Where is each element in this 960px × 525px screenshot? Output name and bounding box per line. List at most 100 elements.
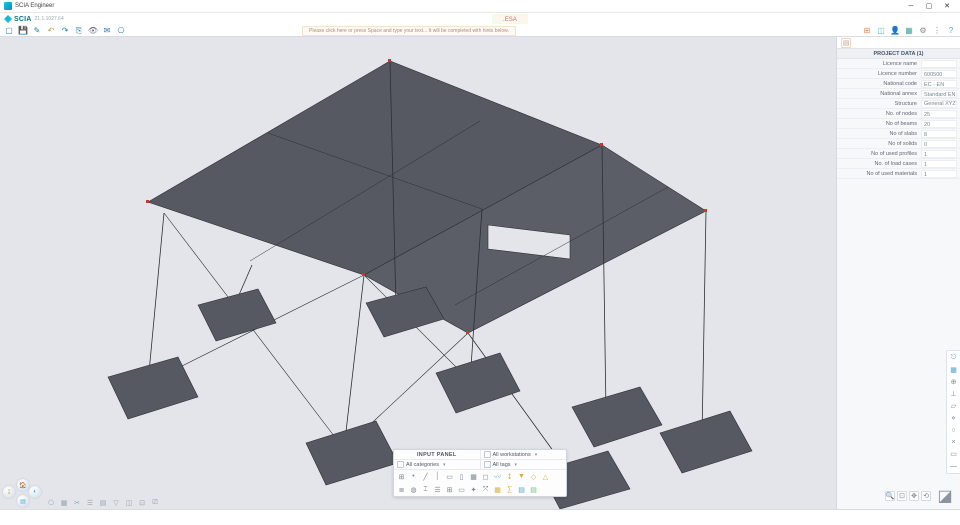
- save-icon[interactable]: 💾: [18, 26, 28, 36]
- property-key: National code: [840, 81, 921, 87]
- sphere-model[interactable]: 🏠: [17, 479, 29, 491]
- property-key: Licence name: [840, 61, 921, 67]
- help-icon[interactable]: ?: [946, 26, 956, 36]
- act-layer-icon[interactable]: ☰: [85, 498, 95, 508]
- ucs-icon[interactable]: ⤧: [481, 485, 490, 494]
- load-icon[interactable]: ↧: [505, 472, 514, 481]
- lcs-icon[interactable]: ✦: [469, 485, 478, 494]
- spring-icon[interactable]: 〰: [493, 472, 502, 481]
- property-value[interactable]: 25: [921, 110, 957, 118]
- check-struct-icon[interactable]: ⎔: [46, 498, 56, 508]
- properties-header: PROJECT DATA (1): [837, 49, 960, 59]
- tags-dropdown[interactable]: All tags: [481, 460, 567, 469]
- local-menu-icon[interactable]: ⋮: [932, 26, 942, 36]
- sphere-result[interactable]: ▤: [17, 495, 29, 507]
- vr-mid-icon[interactable]: ⋄: [949, 413, 959, 423]
- label-icon[interactable]: ⎚: [150, 498, 160, 508]
- vr-ortho-icon[interactable]: ⊥: [949, 389, 959, 399]
- calc-icon[interactable]: ∑: [505, 485, 514, 494]
- chart-icon[interactable]: ◫: [876, 26, 886, 36]
- property-value[interactable]: EC - EN: [921, 80, 957, 88]
- new-file-icon[interactable]: ▢: [4, 26, 14, 36]
- mail-icon[interactable]: ✉: [102, 26, 112, 36]
- property-value[interactable]: 600500: [921, 70, 957, 78]
- cube-icon[interactable]: ▦: [904, 26, 914, 36]
- vr-end-icon[interactable]: ○: [949, 425, 959, 435]
- clip-icon[interactable]: ✂: [72, 498, 82, 508]
- property-value[interactable]: 20: [921, 120, 957, 128]
- result-icon[interactable]: ▤: [517, 485, 526, 494]
- file-tab[interactable]: .ESA: [492, 14, 528, 24]
- snap-grid-icon[interactable]: ⊞: [397, 472, 406, 481]
- vr-surf-icon[interactable]: ▭: [949, 449, 959, 459]
- redo-icon[interactable]: ↷: [60, 26, 70, 36]
- properties-tab-project-icon[interactable]: ▤: [841, 38, 851, 48]
- material-icon[interactable]: ◍: [409, 485, 418, 494]
- close-button[interactable]: ✕: [938, 1, 956, 11]
- support-icon[interactable]: △: [541, 472, 550, 481]
- thermal-icon[interactable]: ▼: [517, 472, 526, 481]
- sphere-load[interactable]: ↧: [3, 486, 15, 498]
- vr-track-icon[interactable]: ⊕: [949, 377, 959, 387]
- property-value[interactable]: [921, 60, 957, 68]
- panel-icon[interactable]: ▦: [469, 472, 478, 481]
- pan-icon[interactable]: ✥: [909, 491, 919, 501]
- node-icon[interactable]: •: [409, 472, 418, 481]
- storey2-icon[interactable]: ▤: [98, 498, 108, 508]
- zoom-all-icon[interactable]: 🔍: [885, 491, 895, 501]
- beam-icon[interactable]: ╱: [421, 472, 430, 481]
- vr-grid-icon[interactable]: ▦: [949, 365, 959, 375]
- sphere-view[interactable]: ◐: [29, 486, 41, 498]
- property-key: National annex: [840, 91, 921, 97]
- cross-section-icon[interactable]: ⌶: [421, 485, 430, 494]
- undo-icon[interactable]: ↶: [46, 26, 56, 36]
- minimize-button[interactable]: ─: [902, 1, 920, 11]
- maximize-button[interactable]: ▢: [920, 1, 938, 11]
- view-toggle-icon[interactable]: 👁: [88, 26, 98, 36]
- input-panel: INPUT PANEL All workstations All categor…: [393, 449, 567, 497]
- opening-icon[interactable]: ◻: [481, 472, 490, 481]
- property-value[interactable]: 1: [921, 160, 957, 168]
- grid-icon[interactable]: ⊞: [445, 485, 454, 494]
- property-value[interactable]: General XYZ: [921, 100, 957, 108]
- vr-line-icon[interactable]: —: [949, 461, 959, 471]
- zoom-window-icon[interactable]: ⊡: [897, 491, 907, 501]
- navigation-cube-icon[interactable]: ◪: [934, 485, 956, 507]
- property-value[interactable]: 1: [921, 170, 957, 178]
- property-value[interactable]: Standard EN: [921, 90, 957, 98]
- brand-row: SCIA 21.1.1027.64 .ESA: [0, 13, 960, 25]
- tag-icon[interactable]: ⎔: [116, 26, 126, 36]
- property-value[interactable]: 8: [921, 130, 957, 138]
- wire-icon[interactable]: ⊡: [137, 498, 147, 508]
- hinge-icon[interactable]: ◇: [529, 472, 538, 481]
- vr-snap-icon[interactable]: ⎋: [949, 353, 959, 363]
- mesh-icon[interactable]: ▦: [493, 485, 502, 494]
- workstations-dropdown[interactable]: All workstations: [481, 450, 567, 459]
- mesh2-icon[interactable]: ▦: [59, 498, 69, 508]
- property-row: No of used materials1: [837, 169, 960, 179]
- layers-icon[interactable]: ≣: [397, 485, 406, 494]
- categories-dropdown[interactable]: All categories: [394, 460, 481, 469]
- plate-icon[interactable]: ▭: [445, 472, 454, 481]
- user-icon[interactable]: 👤: [890, 26, 900, 36]
- report-icon[interactable]: ▤: [529, 485, 538, 494]
- vr-int-icon[interactable]: ×: [949, 437, 959, 447]
- column-icon[interactable]: │: [433, 472, 442, 481]
- property-row: No of slabs8: [837, 129, 960, 139]
- dashboard-icon[interactable]: ⊞: [862, 26, 872, 36]
- filter-icon[interactable]: ▽: [111, 498, 121, 508]
- property-value[interactable]: 0: [921, 140, 957, 148]
- model-viewport[interactable]: [0, 37, 836, 509]
- storey-icon[interactable]: ☰: [433, 485, 442, 494]
- property-value[interactable]: 1: [921, 150, 957, 158]
- view-env-icon[interactable]: ◫: [124, 498, 134, 508]
- selection-icon[interactable]: ▭: [457, 485, 466, 494]
- vr-plane-icon[interactable]: ▱: [949, 401, 959, 411]
- copy-view-icon[interactable]: ⎘: [74, 26, 84, 36]
- top-toolbar: ▢ 💾 ✎ ↶ ↷ ⎘ 👁 ✉ ⎔ Please click here or p…: [0, 25, 960, 37]
- rotate-icon[interactable]: ⟲: [921, 491, 931, 501]
- sketch-icon[interactable]: ✎: [32, 26, 42, 36]
- gear-icon[interactable]: ⚙: [918, 26, 928, 36]
- command-prompt[interactable]: Please click here or press Space and typ…: [302, 26, 516, 36]
- wall-icon[interactable]: ▯: [457, 472, 466, 481]
